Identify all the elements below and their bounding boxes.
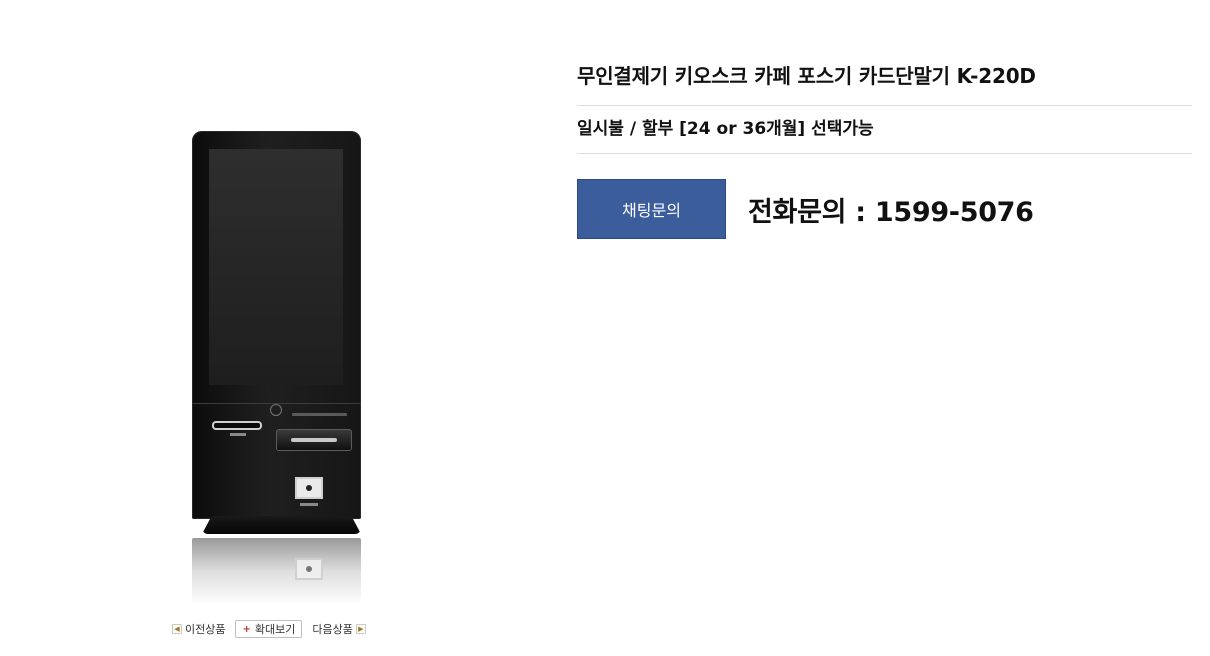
- card-reader: [276, 429, 352, 451]
- plus-icon: +: [242, 623, 251, 635]
- kiosk-reflection: [192, 538, 361, 604]
- reflection-qr-lens: [306, 566, 312, 572]
- card-slot: [291, 438, 337, 442]
- chat-inquiry-button[interactable]: 채팅문의: [577, 179, 726, 239]
- contact-row: 채팅문의 전화문의 : 1599-5076: [577, 179, 1192, 239]
- zoom-button[interactable]: + 확대보기: [235, 620, 303, 638]
- reflection-qr: [295, 558, 323, 580]
- receipt-slot: [212, 421, 262, 430]
- receipt-label: [230, 433, 246, 436]
- product-subtitle: 일시불 / 할부 [24 or 36개월] 선택가능: [577, 106, 1192, 154]
- qr-label: [300, 503, 318, 506]
- phone-inquiry-text: 전화문의 : 1599-5076: [748, 196, 1034, 228]
- zoom-label: 확대보기: [254, 623, 296, 636]
- kiosk-screen: [209, 149, 343, 385]
- qr-scanner: [295, 477, 323, 499]
- arrow-right-icon: ▶: [355, 624, 366, 634]
- next-product-label: 다음상품: [312, 623, 353, 636]
- product-page: ◀ 이전상품 + 확대보기 다음상품 ▶ 무인결제기 키오스크 카페 포스기 카…: [0, 0, 1210, 656]
- prev-product-link[interactable]: ◀ 이전상품: [172, 621, 225, 637]
- prev-product-label: 이전상품: [185, 623, 226, 636]
- image-nav: ◀ 이전상품 + 확대보기 다음상품 ▶: [172, 620, 366, 638]
- kiosk-print-label: [292, 413, 347, 416]
- product-image[interactable]: [150, 100, 410, 610]
- kiosk-body: [192, 131, 361, 519]
- product-info: 무인결제기 키오스크 카페 포스기 카드단말기 K-220D 일시불 / 할부 …: [577, 60, 1192, 239]
- kiosk-logo-icon: [270, 404, 282, 416]
- product-title: 무인결제기 키오스크 카페 포스기 카드단말기 K-220D: [577, 60, 1192, 106]
- qr-scanner-lens: [306, 485, 312, 491]
- next-product-link[interactable]: 다음상품 ▶: [312, 621, 366, 637]
- kiosk-base: [202, 516, 361, 534]
- arrow-left-icon: ◀: [172, 624, 182, 634]
